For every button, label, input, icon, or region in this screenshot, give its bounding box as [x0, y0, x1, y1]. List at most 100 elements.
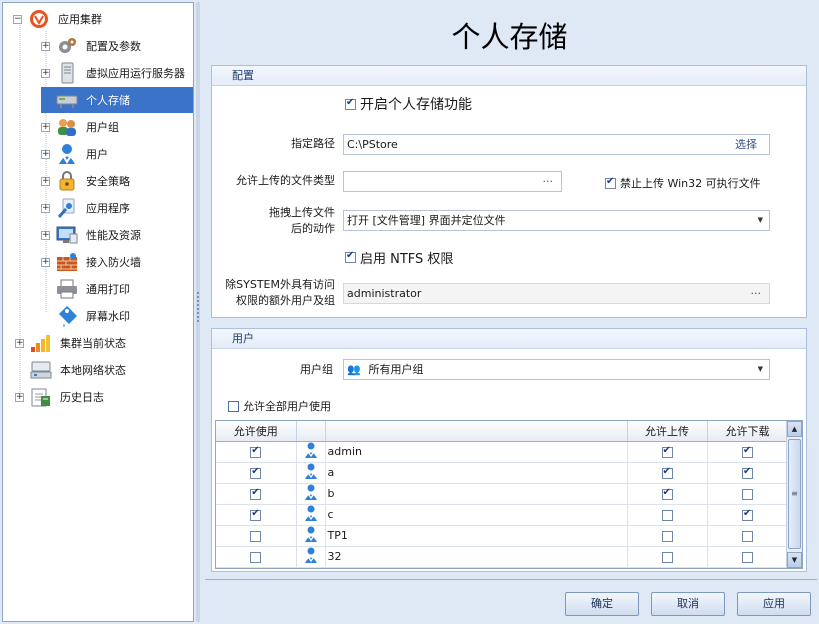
expand-toggle[interactable]: + — [15, 338, 24, 348]
application-icon — [56, 197, 78, 219]
tree-item[interactable]: + 性能及资源 — [41, 222, 144, 248]
tree-item[interactable]: + 应用程序 — [41, 195, 133, 221]
cancel-button[interactable]: 取消 — [651, 592, 725, 616]
expand-toggle[interactable]: + — [41, 257, 50, 267]
storage-icon — [56, 89, 78, 111]
allow-all-checkbox-row[interactable]: 允许全部用户使用 — [228, 398, 331, 414]
allow-download-checkbox[interactable] — [742, 445, 753, 458]
allow-download-checkbox[interactable] — [742, 508, 753, 521]
tree-item-label: 安全策略 — [86, 175, 130, 188]
user-name-cell: a — [325, 462, 628, 484]
scroll-up-arrow-icon[interactable]: ▲ — [787, 421, 802, 437]
file-types-input[interactable]: ··· — [343, 171, 562, 192]
tree-item[interactable]: 个人存储 — [41, 87, 193, 113]
apply-button[interactable]: 应用 — [737, 592, 811, 616]
table-row[interactable]: 32 — [216, 546, 789, 568]
allow-use-checkbox[interactable] — [250, 445, 262, 458]
allow-download-checkbox[interactable] — [742, 466, 753, 479]
allow-download-checkbox[interactable] — [742, 488, 753, 500]
path-select-button[interactable]: 选择 — [735, 135, 757, 154]
enable-storage-checkbox-row[interactable]: 开启个人存储功能 — [345, 94, 472, 114]
allow-upload-checkbox[interactable] — [661, 551, 673, 563]
ok-button[interactable]: 确定 — [565, 592, 639, 616]
tree-item[interactable]: + 虚拟应用运行服务器 — [41, 60, 188, 86]
watermark-tag-icon — [56, 305, 78, 327]
bar-chart-icon — [30, 332, 52, 354]
tree-item[interactable]: 通用打印 — [41, 276, 133, 302]
block-win32-checkbox[interactable] — [605, 176, 616, 189]
table-row[interactable]: c — [216, 504, 789, 526]
tree-label: 应用集群 — [58, 13, 102, 26]
table-row[interactable]: b — [216, 483, 789, 505]
allow-use-checkbox[interactable] — [250, 466, 262, 479]
scroll-thumb[interactable]: ≡ — [788, 439, 801, 549]
user-name-cell: 32 — [325, 546, 628, 568]
table-vertical-scrollbar[interactable]: ▲ ≡ ▼ — [786, 421, 802, 568]
enable-storage-checkbox[interactable] — [345, 97, 356, 110]
allow-all-checkbox[interactable] — [228, 400, 239, 412]
user-group-dropdown[interactable]: 👥 所有用户组 ▼ — [343, 359, 770, 380]
ntfs-checkbox[interactable] — [345, 250, 356, 263]
expand-toggle[interactable]: + — [41, 122, 50, 132]
allow-use-checkbox[interactable] — [250, 551, 262, 563]
column-header-allow-upload[interactable]: 允许上传 — [627, 421, 708, 442]
allow-use-checkbox[interactable] — [250, 530, 262, 542]
allow-upload-checkbox[interactable] — [661, 530, 673, 542]
expand-toggle[interactable]: + — [41, 68, 50, 78]
tree-item-label: 用户组 — [86, 121, 119, 134]
tree-item[interactable]: 本地网络状态 — [15, 357, 129, 383]
tree-item[interactable]: + 安全策略 — [41, 168, 133, 194]
panel-splitter[interactable] — [196, 2, 200, 622]
tree-item[interactable]: + 配置及参数 — [41, 33, 144, 59]
allow-upload-checkbox[interactable] — [661, 509, 673, 521]
expand-toggle[interactable]: + — [15, 392, 24, 402]
column-header-allow-use[interactable]: 允许使用 — [216, 421, 297, 442]
extra-users-label: 除SYSTEM外具有访问 权限的额外用户及组 — [215, 277, 335, 309]
server-icon — [56, 62, 78, 84]
tree-item[interactable]: + 用户 — [41, 141, 111, 167]
allow-upload-checkbox[interactable] — [661, 466, 673, 479]
expand-toggle[interactable]: + — [41, 203, 50, 213]
monitor-icon — [56, 224, 78, 246]
expand-toggle[interactable]: + — [41, 230, 50, 240]
column-header-name[interactable] — [325, 421, 628, 442]
extra-users-input[interactable]: administrator ··· — [343, 283, 770, 304]
table-row[interactable]: admin — [216, 441, 789, 463]
expand-toggle[interactable]: + — [41, 41, 50, 51]
lock-icon — [56, 170, 78, 192]
drag-action-dropdown[interactable]: 打开 [文件管理] 界面并定位文件 ▼ — [343, 210, 770, 231]
extra-users-browse-button[interactable]: ··· — [751, 284, 762, 303]
table-header-row: 允许使用 允许上传 允许下载 — [216, 421, 789, 442]
allow-download-checkbox[interactable] — [742, 530, 753, 542]
allow-download-checkbox[interactable] — [742, 551, 753, 563]
path-input[interactable]: C:\PStore 选择 — [343, 134, 770, 155]
tree-item[interactable]: + 接入防火墙 — [41, 249, 144, 275]
table-row[interactable]: TP1 — [216, 525, 789, 547]
allow-use-checkbox[interactable] — [250, 508, 262, 521]
column-header-allow-download[interactable]: 允许下载 — [707, 421, 789, 442]
scroll-down-arrow-icon[interactable]: ▼ — [787, 552, 802, 568]
allow-use-checkbox[interactable] — [250, 487, 262, 500]
ntfs-checkbox-row[interactable]: 启用 NTFS 权限 — [345, 248, 453, 267]
drag-action-label: 拖拽上传文件 后的动作 — [230, 205, 335, 237]
tree-item[interactable]: + 集群当前状态 — [15, 330, 129, 356]
user-name-cell: b — [325, 483, 628, 505]
collapse-toggle[interactable]: − — [13, 14, 22, 24]
tree-item[interactable]: 屏幕水印 — [41, 303, 133, 329]
allow-all-label: 允许全部用户使用 — [243, 400, 331, 413]
tree-item[interactable]: + 用户组 — [41, 114, 122, 140]
table-row[interactable]: a — [216, 462, 789, 484]
tree-item[interactable]: + 历史日志 — [15, 384, 107, 410]
block-win32-checkbox-row[interactable]: 禁止上传 Win32 可执行文件 — [605, 175, 761, 191]
allow-upload-checkbox[interactable] — [661, 445, 673, 458]
expand-toggle[interactable]: + — [41, 176, 50, 186]
expand-toggle[interactable]: + — [41, 149, 50, 159]
tree-root-cluster[interactable]: − 应用集群 — [13, 6, 105, 32]
allow-use-cell — [216, 525, 297, 547]
user-group-icon — [56, 116, 78, 138]
file-types-browse-button[interactable]: ··· — [543, 172, 554, 191]
user-group-label: 用户组 — [300, 363, 333, 376]
allow-upload-checkbox[interactable] — [661, 487, 673, 500]
drag-action-label-line2: 后的动作 — [291, 222, 335, 235]
